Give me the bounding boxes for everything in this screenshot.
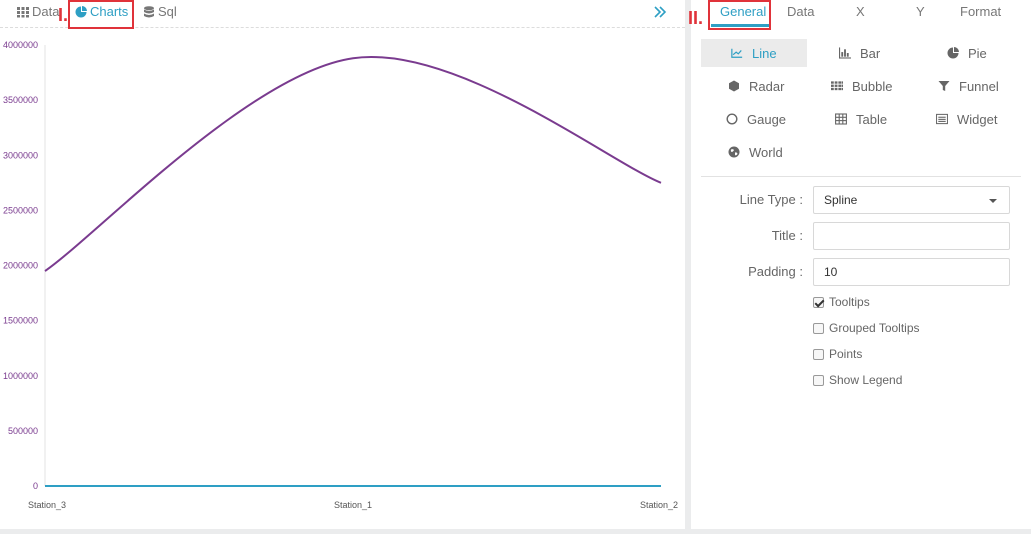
database-icon <box>143 5 155 18</box>
y-axis: 0 500000 1000000 1500000 2000000 2500000 30000… <box>3 40 46 491</box>
radar-icon <box>728 80 740 92</box>
chart-type-table[interactable]: Table <box>835 105 887 133</box>
show-legend-checkbox[interactable]: Show Legend <box>813 373 902 387</box>
gauge-icon <box>726 113 738 125</box>
grouped-tooltips-checkbox[interactable]: Grouped Tooltips <box>813 321 920 335</box>
view-tabs-bar: Data I. Charts Sql <box>0 0 685 29</box>
active-tab-indicator <box>711 24 769 27</box>
chart-type-bar-label: Bar <box>860 45 881 61</box>
y-tick-label: 3500000 <box>3 95 38 105</box>
globe-icon <box>728 146 740 158</box>
checkbox-unchecked-icon <box>813 348 824 360</box>
tab-general[interactable]: General <box>720 4 766 19</box>
series-line-1 <box>44 55 662 272</box>
y-tick-label: 2000000 <box>3 261 38 271</box>
chart-type-bar[interactable]: Bar <box>839 39 880 67</box>
chart-type-funnel[interactable]: Funnel <box>938 72 999 100</box>
x-tick-label: Station_1 <box>334 500 372 510</box>
pie-chart-icon <box>947 47 959 59</box>
checkbox-unchecked-icon <box>813 322 824 334</box>
title-field-wrap <box>813 222 1010 250</box>
chart-type-pie-label: Pie <box>968 45 987 61</box>
grouped-tooltips-label: Grouped Tooltips <box>829 321 920 335</box>
show-legend-label: Show Legend <box>829 373 903 387</box>
tooltips-checkbox[interactable]: Tooltips <box>813 295 870 309</box>
chart-type-widget[interactable]: Widget <box>936 105 997 133</box>
chart-type-line[interactable]: Line <box>701 39 807 67</box>
collapse-panel-icon[interactable] <box>652 4 668 20</box>
tab-data[interactable]: Data <box>17 4 59 19</box>
y-tick-label: 1500000 <box>3 316 38 326</box>
y-tick-label: 3000000 <box>3 150 38 160</box>
chart-type-gauge[interactable]: Gauge <box>726 105 786 133</box>
tab-charts-label: Charts <box>90 4 129 19</box>
annotation-marker-1: I. <box>58 5 69 25</box>
checkbox-unchecked-icon <box>813 374 824 386</box>
annotation-marker-2: II. <box>688 8 704 28</box>
y-tick-label: 1000000 <box>3 371 38 381</box>
x-tick-label: Station_3 <box>28 500 66 510</box>
line-type-select[interactable]: Spline <box>813 186 1010 214</box>
chart-type-world[interactable]: World <box>728 138 783 166</box>
chevron-down-icon <box>989 199 997 203</box>
tab-sql[interactable]: Sql <box>143 4 177 19</box>
points-label: Points <box>829 347 863 361</box>
chart-type-funnel-label: Funnel <box>959 78 999 94</box>
tab-data-label: Data <box>32 4 60 19</box>
settings-panel: II. General Data X Y Format Line Bar Pie… <box>688 0 1031 529</box>
chart-type-table-label: Table <box>856 111 888 127</box>
chart-type-gauge-label: Gauge <box>747 111 787 127</box>
y-tick-label: 4000000 <box>3 40 38 50</box>
line-chart-icon <box>731 47 743 59</box>
y-tick-label: 0 <box>33 481 38 491</box>
tab-data-settings[interactable]: Data <box>787 4 814 19</box>
title-input[interactable] <box>824 229 999 243</box>
chart-type-radar-label: Radar <box>749 78 785 94</box>
padding-label: Padding : <box>748 264 803 279</box>
line-type-value: Spline <box>824 193 858 207</box>
chart-type-radar[interactable]: Radar <box>728 72 784 100</box>
grid-icon <box>17 6 29 18</box>
x-tick-label: Station_2 <box>640 500 678 510</box>
series-group <box>44 55 662 488</box>
line-chart: 0 500000 1000000 1500000 2000000 2500000 30000… <box>3 40 678 510</box>
y-tick-label: 2500000 <box>3 205 38 215</box>
points-checkbox[interactable]: Points <box>813 347 862 361</box>
padding-field-wrap <box>813 258 1010 286</box>
line-type-label: Line Type : <box>739 192 803 207</box>
widget-icon <box>936 113 948 125</box>
bubble-icon <box>831 80 843 92</box>
table-icon <box>835 113 847 125</box>
padding-input[interactable] <box>824 265 999 279</box>
tab-charts[interactable]: Charts <box>75 4 128 19</box>
tab-y[interactable]: Y <box>916 4 925 19</box>
y-tick-label: 500000 <box>8 426 38 436</box>
tab-x[interactable]: X <box>856 4 865 19</box>
chart-type-bubble[interactable]: Bubble <box>831 72 892 100</box>
bar-chart-icon <box>839 47 851 59</box>
chart-panel: Data I. Charts Sql 0 500000 1000000 1500000… <box>0 0 685 529</box>
tab-sql-label: Sql <box>158 4 177 19</box>
chart-type-line-label: Line <box>752 45 777 61</box>
divider <box>701 176 1021 177</box>
chart-type-world-label: World <box>749 144 783 160</box>
tooltips-label: Tooltips <box>829 295 870 309</box>
chart-type-pie[interactable]: Pie <box>947 39 987 67</box>
checkbox-checked-icon <box>813 296 824 308</box>
title-label: Title : <box>771 228 803 243</box>
chart-type-bubble-label: Bubble <box>852 78 893 94</box>
pie-icon <box>75 5 87 18</box>
chart-type-widget-label: Widget <box>957 111 998 127</box>
x-axis: Station_3 Station_1 Station_2 <box>28 500 678 510</box>
funnel-icon <box>938 80 950 92</box>
tab-format[interactable]: Format <box>960 4 1001 19</box>
